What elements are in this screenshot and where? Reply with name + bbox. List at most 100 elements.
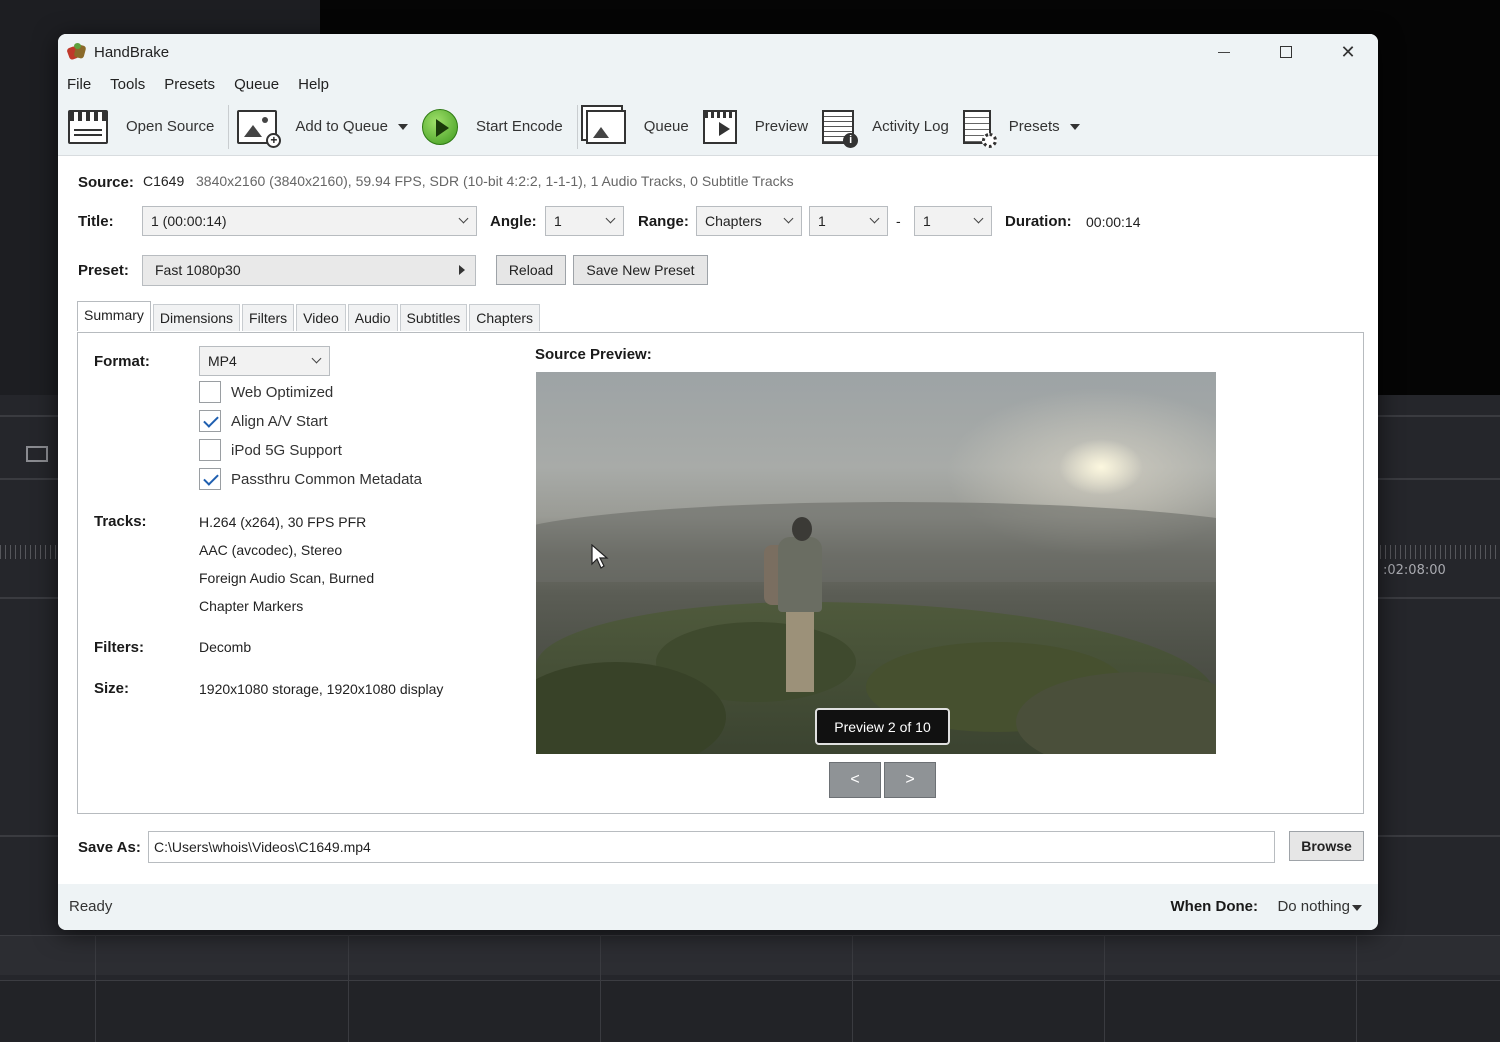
web-optimized-checkbox[interactable] (199, 381, 221, 403)
source-preview-image[interactable]: Preview 2 of 10 (536, 372, 1216, 754)
save-as-path-input[interactable]: C:\Users\whois\Videos\C1649.mp4 (148, 831, 1275, 863)
queue-icon (585, 109, 626, 144)
web-optimized-label: Web Optimized (231, 384, 334, 401)
chevron-down-icon (783, 213, 794, 224)
chevron-down-icon[interactable] (1352, 905, 1362, 911)
menu-presets[interactable]: Presets (164, 76, 215, 93)
range-label: Range: (638, 213, 689, 230)
chevron-down-icon (311, 353, 322, 364)
minimize-icon (1218, 51, 1230, 53)
add-to-queue-button[interactable]: + Add to Queue (237, 103, 422, 151)
activity-log-button[interactable]: i Activity Log (822, 103, 963, 151)
menu-bar: File Tools Presets Queue Help (58, 70, 1378, 98)
timeline-timecode: :02:08:00 (1383, 563, 1446, 578)
minimize-button[interactable] (1194, 34, 1254, 70)
source-label: Source: (78, 174, 134, 191)
size-label: Size: (94, 680, 130, 697)
track-video: H.264 (x264), 30 FPS PFR (199, 514, 367, 530)
start-encode-button[interactable]: Start Encode (421, 103, 577, 151)
menu-tools[interactable]: Tools (110, 76, 145, 93)
window-title: HandBrake (94, 43, 170, 61)
ipod-5g-support-label: iPod 5G Support (231, 442, 342, 459)
open-source-button[interactable]: Open Source (68, 103, 228, 151)
menu-help[interactable]: Help (298, 76, 329, 93)
add-to-queue-label: Add to Queue (295, 118, 388, 135)
passthru-metadata-checkbox[interactable] (199, 468, 221, 490)
title-bar[interactable]: HandBrake ✕ (58, 34, 1378, 70)
preview-counter-badge: Preview 2 of 10 (815, 708, 950, 745)
preview-button[interactable]: Preview (702, 103, 822, 151)
toolbar-separator (576, 104, 578, 149)
reload-button[interactable]: Reload (496, 255, 566, 285)
range-start-select[interactable]: 1 (809, 206, 888, 236)
presets-button[interactable]: Presets (962, 103, 1094, 151)
close-icon: ✕ (1340, 41, 1356, 62)
previous-preview-button[interactable]: < (829, 762, 881, 798)
maximize-button[interactable] (1256, 34, 1316, 70)
queue-button[interactable]: Queue (585, 103, 703, 151)
main-content: Source: C1649 3840x2160 (3840x2160), 59.… (58, 156, 1378, 893)
timeline-ruler (0, 545, 60, 559)
title-select-value: 1 (00:00:14) (151, 213, 227, 229)
title-select[interactable]: 1 (00:00:14) (142, 206, 477, 236)
tab-summary[interactable]: Summary (77, 301, 151, 331)
range-separator: - (896, 213, 901, 229)
film-play-icon (702, 109, 737, 144)
when-done-label: When Done: (1170, 898, 1259, 915)
timeline-track[interactable] (0, 980, 1500, 1042)
toolbar: Open Source + Add to Queue Start Encode … (58, 98, 1378, 156)
tab-subtitles[interactable]: Subtitles (399, 304, 468, 331)
tab-dimensions[interactable]: Dimensions (152, 304, 241, 331)
timeline-track[interactable] (0, 935, 1500, 975)
source-details: 3840x2160 (3840x2160), 59.94 FPS, SDR (1… (196, 173, 794, 189)
source-preview-label: Source Preview: (535, 346, 652, 363)
status-bar: Ready When Done: Do nothing (58, 884, 1378, 930)
queue-label: Queue (643, 118, 689, 135)
ipod-5g-support-checkbox[interactable] (199, 439, 221, 461)
range-start-value: 1 (818, 213, 826, 229)
align-av-start-checkbox[interactable] (199, 410, 221, 432)
chevron-down-icon (605, 213, 616, 224)
next-preview-button[interactable]: > (884, 762, 936, 798)
close-button[interactable]: ✕ (1318, 34, 1378, 70)
frame-icon[interactable] (26, 446, 48, 462)
maximize-icon (1280, 46, 1292, 58)
duration-label: Duration: (1005, 213, 1072, 230)
range-end-select[interactable]: 1 (914, 206, 992, 236)
title-label: Title: (78, 213, 114, 230)
source-name: C1649 (143, 173, 185, 189)
track-divider (95, 935, 96, 1042)
menu-queue[interactable]: Queue (234, 76, 279, 93)
mouse-cursor-icon (591, 544, 609, 569)
chevron-down-icon[interactable] (1069, 123, 1080, 130)
status-text: Ready (69, 898, 113, 915)
track-audio: AAC (avcodec), Stereo (199, 542, 343, 558)
tab-chapters[interactable]: Chapters (469, 304, 541, 331)
format-select[interactable]: MP4 (199, 346, 330, 376)
range-type-value: Chapters (705, 213, 762, 229)
format-select-value: MP4 (208, 353, 237, 369)
chevron-down-icon[interactable] (397, 123, 408, 130)
toolbar-separator (228, 104, 230, 149)
menu-file[interactable]: File (67, 76, 91, 93)
tab-audio[interactable]: Audio (347, 304, 398, 331)
summary-panel: Format: MP4 Web Optimized Align A/V Star… (77, 332, 1364, 814)
size-value: 1920x1080 storage, 1920x1080 display (199, 681, 444, 697)
track-subtitle: Foreign Audio Scan, Burned (199, 570, 375, 586)
log-info-icon: i (822, 109, 859, 148)
preset-select[interactable]: Fast 1080p30 (142, 255, 476, 286)
clapperboard-icon (68, 109, 108, 144)
browse-button[interactable]: Browse (1289, 831, 1364, 861)
tab-video[interactable]: Video (296, 304, 346, 331)
save-as-label: Save As: (78, 839, 141, 856)
preset-select-value: Fast 1080p30 (155, 262, 241, 278)
chevron-down-icon (458, 213, 469, 224)
preview-label: Preview (754, 118, 809, 135)
range-type-select[interactable]: Chapters (696, 206, 802, 236)
save-new-preset-button[interactable]: Save New Preset (573, 255, 708, 285)
tab-filters[interactable]: Filters (242, 304, 295, 331)
chevron-down-icon (869, 213, 880, 224)
passthru-metadata-label: Passthru Common Metadata (231, 471, 422, 488)
when-done-select[interactable]: Do nothing (1277, 898, 1350, 915)
angle-select[interactable]: 1 (545, 206, 624, 236)
